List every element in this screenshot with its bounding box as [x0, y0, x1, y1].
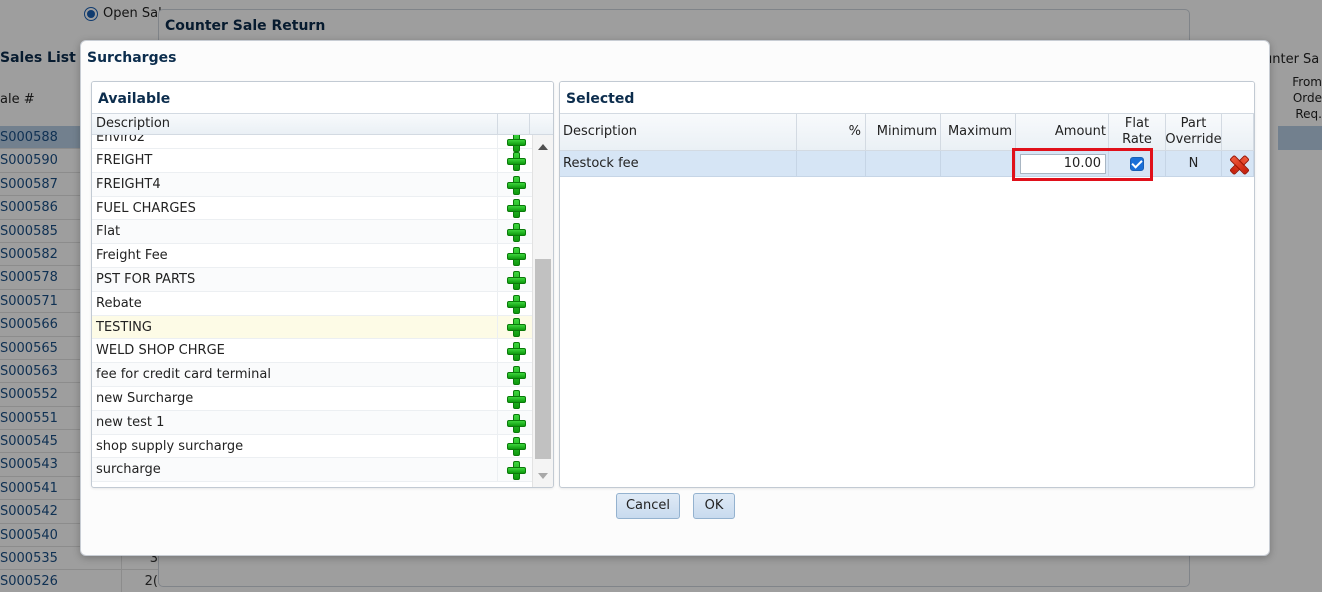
cancel-button[interactable]: Cancel [616, 493, 680, 519]
add-plus-icon[interactable] [506, 135, 526, 152]
column-header-remove [1222, 114, 1254, 150]
cell-maximum[interactable] [941, 151, 1016, 176]
list-item[interactable]: new test 1 [92, 410, 532, 435]
column-header-description[interactable]: Description [560, 114, 797, 150]
list-item[interactable]: FREIGHT4 [92, 172, 532, 197]
add-plus-icon[interactable] [506, 294, 526, 314]
column-header-flat-rate[interactable]: Flat Rate [1109, 114, 1166, 150]
add-plus-icon[interactable] [506, 247, 526, 267]
list-item[interactable]: Flat [92, 220, 532, 245]
list-item[interactable]: Rebate [92, 291, 532, 316]
scroll-up-arrow-icon[interactable] [538, 144, 548, 150]
available-title: Available [92, 82, 553, 113]
remove-x-icon[interactable] [1229, 155, 1247, 173]
cell-flat-rate [1109, 151, 1166, 176]
surcharges-dialog: Surcharges Available Description Enviro2… [80, 40, 1270, 556]
list-item[interactable]: surcharge [92, 458, 532, 483]
selected-grid-header: Description % Minimum Maximum Amount Fla… [560, 113, 1254, 151]
selected-title: Selected [560, 82, 1254, 113]
add-plus-icon[interactable] [506, 175, 526, 195]
cell-description: Restock fee [560, 151, 797, 176]
list-item[interactable]: new Surcharge [92, 386, 532, 411]
add-plus-icon[interactable] [506, 342, 526, 362]
column-header-amount[interactable]: Amount [1016, 114, 1109, 150]
flat-rate-checkbox[interactable] [1130, 156, 1144, 171]
add-plus-icon[interactable] [506, 389, 526, 409]
add-plus-icon[interactable] [506, 437, 526, 457]
add-plus-icon[interactable] [506, 413, 526, 433]
add-plus-icon[interactable] [506, 270, 526, 290]
list-item[interactable]: WELD SHOP CHRGE [92, 339, 532, 364]
available-list: Enviro2 FREIGHT FREIGHT4 FUEL CHARGES Fl… [92, 135, 532, 487]
list-item[interactable]: PST FOR PARTS [92, 267, 532, 292]
table-row[interactable]: Restock fee N [560, 151, 1254, 177]
column-header-percent[interactable]: % [797, 114, 866, 150]
scroll-down-arrow-icon[interactable] [538, 473, 548, 479]
cell-percent[interactable] [797, 151, 866, 176]
column-header-maximum[interactable]: Maximum [941, 114, 1016, 150]
column-header-part-override[interactable]: Part Override [1165, 114, 1222, 150]
list-item[interactable]: FUEL CHARGES [92, 196, 532, 221]
cell-remove [1222, 151, 1254, 176]
amount-input[interactable] [1020, 153, 1106, 174]
list-item[interactable]: shop supply surcharge [92, 434, 532, 459]
list-item[interactable]: FREIGHT [92, 149, 532, 173]
add-plus-icon[interactable] [506, 151, 526, 171]
list-item-hovered[interactable]: TESTING [92, 315, 532, 340]
scrollbar-thumb[interactable] [535, 259, 551, 459]
add-plus-icon[interactable] [506, 223, 526, 243]
cell-part-override: N [1166, 151, 1222, 176]
column-header-minimum[interactable]: Minimum [866, 114, 941, 150]
add-plus-icon[interactable] [506, 318, 526, 338]
available-grid-header: Description [92, 113, 553, 135]
add-plus-icon[interactable] [506, 199, 526, 219]
column-header-description[interactable]: Description [92, 114, 498, 134]
ok-button[interactable]: OK [693, 493, 735, 519]
cell-amount [1016, 151, 1109, 176]
add-plus-icon[interactable] [506, 461, 526, 481]
list-item[interactable]: Enviro2 [92, 135, 532, 152]
available-scrollbar[interactable] [532, 135, 553, 487]
available-panel: Available Description Enviro2 FREIGHT FR… [91, 81, 554, 488]
dialog-title: Surcharges [87, 50, 177, 66]
selected-panel: Selected Description % Minimum Maximum A… [559, 81, 1255, 488]
column-header-add [498, 114, 530, 134]
list-item[interactable]: Freight Fee [92, 244, 532, 268]
add-plus-icon[interactable] [506, 366, 526, 386]
cell-minimum[interactable] [866, 151, 941, 176]
list-item[interactable]: fee for credit card terminal [92, 363, 532, 387]
